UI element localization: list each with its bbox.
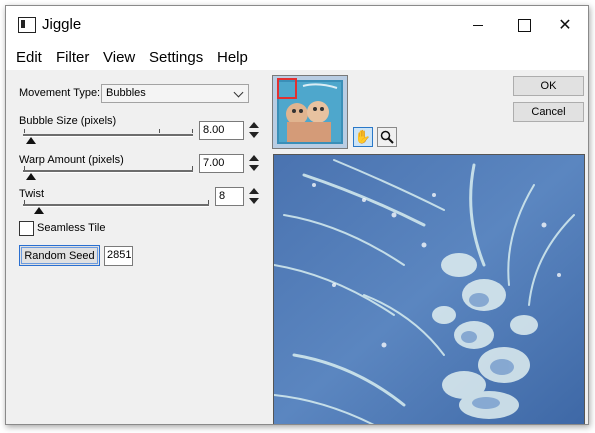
slider-tick — [24, 129, 25, 133]
jiggle-dialog: Jiggle ✕ Edit Filter View Settings Help … — [5, 5, 589, 425]
zoom-tool-button[interactable] — [377, 127, 397, 147]
menu-edit[interactable]: Edit — [16, 49, 42, 66]
spin-up-icon[interactable] — [249, 122, 259, 128]
minimize-button[interactable] — [455, 6, 501, 44]
bubble-size-input[interactable]: 8.00 — [199, 121, 244, 140]
slider-tick — [159, 129, 160, 133]
spin-down-icon[interactable] — [249, 198, 259, 204]
pan-hand-icon: ✋ — [354, 129, 372, 144]
spin-down-icon[interactable] — [249, 165, 259, 171]
chevron-down-icon — [233, 87, 244, 98]
menu-settings[interactable]: Settings — [149, 49, 203, 66]
minimize-icon — [473, 24, 483, 26]
movement-type-label: Movement Type: — [19, 87, 101, 99]
app-icon — [18, 17, 36, 33]
slider-tick — [192, 129, 193, 133]
spin-down-icon[interactable] — [249, 132, 259, 138]
bubble-size-spinner[interactable] — [248, 121, 260, 141]
navigator-thumbnail[interactable] — [273, 76, 347, 148]
slider-tick — [192, 166, 193, 170]
seamless-tile-checkbox[interactable] — [19, 221, 34, 236]
close-button[interactable]: ✕ — [542, 6, 588, 44]
window-title: Jiggle — [42, 16, 82, 33]
twist-label: Twist — [19, 188, 45, 200]
menu-filter[interactable]: Filter — [56, 49, 89, 66]
warp-amount-slider-thumb[interactable] — [26, 173, 36, 180]
preview-image[interactable] — [273, 154, 585, 424]
cancel-button[interactable]: Cancel — [513, 102, 584, 122]
twist-spinner[interactable] — [248, 187, 260, 207]
menu-help[interactable]: Help — [217, 49, 248, 66]
pan-tool-button[interactable]: ✋ — [353, 127, 373, 147]
warp-amount-label: Warp Amount (pixels) — [19, 154, 124, 166]
twist-slider-thumb[interactable] — [34, 207, 44, 214]
bubble-size-slider[interactable] — [23, 134, 193, 137]
close-icon: ✕ — [558, 17, 572, 34]
bubble-size-slider-thumb[interactable] — [26, 137, 36, 144]
slider-tick — [24, 200, 25, 204]
dialog-body: Movement Type: Bubbles Bubble Size (pixe… — [6, 70, 588, 424]
seamless-tile-label[interactable]: Seamless Tile — [37, 222, 105, 234]
menu-bar: Edit Filter View Settings Help — [6, 44, 588, 70]
menu-view[interactable]: View — [103, 49, 135, 66]
preview-navigator[interactable] — [272, 75, 348, 149]
twist-input[interactable]: 8 — [215, 187, 244, 206]
zoom-magnifier-icon — [380, 130, 394, 144]
bubble-size-label: Bubble Size (pixels) — [19, 115, 117, 127]
slider-tick — [208, 200, 209, 204]
preview-canvas — [274, 155, 584, 424]
ok-button[interactable]: OK — [513, 76, 584, 96]
movement-type-value: Bubbles — [106, 87, 146, 99]
random-seed-input[interactable]: 2851 — [104, 246, 133, 266]
maximize-icon — [517, 18, 531, 32]
warp-amount-spinner[interactable] — [248, 154, 260, 174]
warp-amount-slider[interactable] — [23, 170, 193, 173]
slider-tick — [24, 166, 25, 170]
random-seed-button[interactable]: Random Seed — [19, 245, 100, 266]
spin-up-icon[interactable] — [249, 155, 259, 161]
twist-slider[interactable] — [23, 204, 209, 207]
title-bar[interactable]: Jiggle ✕ — [6, 6, 588, 44]
spin-up-icon[interactable] — [249, 188, 259, 194]
maximize-button[interactable] — [501, 6, 547, 44]
movement-type-select[interactable]: Bubbles — [101, 84, 249, 103]
warp-amount-input[interactable]: 7.00 — [199, 154, 244, 173]
